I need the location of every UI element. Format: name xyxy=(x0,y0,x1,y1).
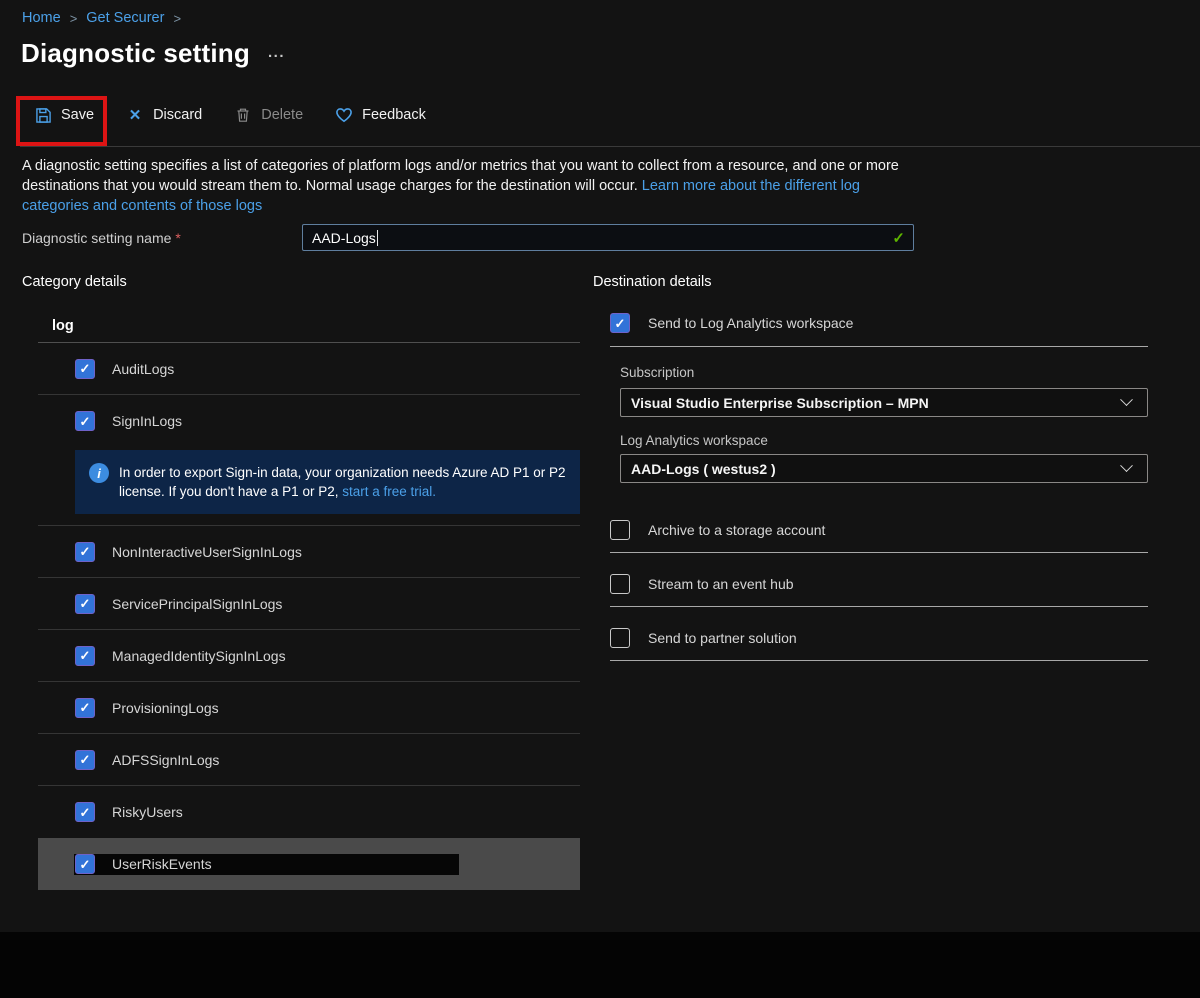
page-title: Diagnostic setting xyxy=(21,38,250,69)
breadcrumb-get-securer[interactable]: Get Securer xyxy=(86,10,164,26)
checkbox-checked-icon[interactable]: ✓ xyxy=(75,359,95,379)
checkbox-checked-icon[interactable]: ✓ xyxy=(75,594,95,614)
toolbar-divider xyxy=(20,146,1200,147)
category-label: ADFSSignInLogs xyxy=(112,752,219,768)
breadcrumb: Home > Get Securer > xyxy=(22,10,181,26)
log-group-header: log xyxy=(52,318,74,334)
checkbox-checked-icon[interactable]: ✓ xyxy=(75,646,95,666)
destination-option-label: Send to partner solution xyxy=(648,630,797,646)
page-description: A diagnostic setting specifies a list of… xyxy=(22,156,922,216)
name-input-value: AAD-Logs xyxy=(312,230,376,246)
checkbox-unchecked-icon[interactable] xyxy=(610,520,630,540)
discard-button[interactable]: ✕ Discard xyxy=(126,106,202,124)
destination-option-label: Stream to an event hub xyxy=(648,576,794,592)
workspace-selected-value: AAD-Logs ( westus2 ) xyxy=(631,461,776,477)
destination-details-header: Destination details xyxy=(593,274,712,290)
category-label: SignInLogs xyxy=(112,413,182,429)
subscription-select[interactable]: Visual Studio Enterprise Subscription – … xyxy=(620,388,1148,417)
checkbox-checked-icon[interactable]: ✓ xyxy=(75,542,95,562)
save-button-label: Save xyxy=(61,107,94,123)
checkbox-checked-icon[interactable]: ✓ xyxy=(75,750,95,770)
signin-info-banner: i In order to export Sign-in data, your … xyxy=(75,450,580,514)
workspace-label: Log Analytics workspace xyxy=(620,433,768,448)
category-row-adfs[interactable]: ✓ ADFSSignInLogs xyxy=(38,734,580,786)
free-trial-link[interactable]: start a free trial. xyxy=(342,484,436,499)
command-bar: Save ✕ Discard Delete Feedb xyxy=(34,106,426,124)
chevron-down-icon xyxy=(1120,393,1133,406)
divider xyxy=(610,346,1148,347)
category-row-managedidentity[interactable]: ✓ ManagedIdentitySignInLogs xyxy=(38,630,580,682)
trash-icon xyxy=(234,106,252,124)
divider xyxy=(610,606,1148,607)
save-button[interactable]: Save xyxy=(34,106,94,124)
discard-button-label: Discard xyxy=(153,107,202,123)
checkbox-unchecked-icon[interactable] xyxy=(610,628,630,648)
checkbox-checked-icon[interactable]: ✓ xyxy=(610,313,630,333)
name-label-text: Diagnostic setting name xyxy=(22,230,171,246)
checkbox-checked-icon[interactable]: ✓ xyxy=(75,802,95,822)
bottom-band xyxy=(0,932,1200,998)
workspace-select[interactable]: AAD-Logs ( westus2 ) xyxy=(620,454,1148,483)
category-label: UserRiskEvents xyxy=(112,856,212,872)
validation-check-icon: ✓ xyxy=(892,229,905,247)
text-cursor xyxy=(377,230,378,246)
category-row-provisioning[interactable]: ✓ ProvisioningLogs xyxy=(38,682,580,734)
divider xyxy=(610,552,1148,553)
diagnostic-setting-name-label: Diagnostic setting name* xyxy=(22,230,181,246)
required-asterisk: * xyxy=(175,230,180,246)
checkbox-checked-icon[interactable]: ✓ xyxy=(75,411,95,431)
feedback-button[interactable]: Feedback xyxy=(335,106,426,124)
category-row-userriskevents[interactable]: ✓ UserRiskEvents xyxy=(38,838,580,890)
checkbox-checked-icon[interactable]: ✓ xyxy=(75,854,95,874)
category-row-signinlogs[interactable]: ✓ SignInLogs xyxy=(38,395,580,447)
title-more-menu[interactable]: ... xyxy=(268,44,285,61)
diagnostic-setting-name-input[interactable]: AAD-Logs ✓ xyxy=(302,224,914,251)
feedback-button-label: Feedback xyxy=(362,107,426,123)
breadcrumb-separator-icon: > xyxy=(70,11,78,26)
category-label: ManagedIdentitySignInLogs xyxy=(112,648,286,664)
subscription-selected-value: Visual Studio Enterprise Subscription – … xyxy=(631,395,929,411)
send-partner-solution-row[interactable]: Send to partner solution xyxy=(610,628,797,648)
divider xyxy=(610,660,1148,661)
delete-button-label: Delete xyxy=(261,107,303,123)
breadcrumb-home[interactable]: Home xyxy=(22,10,61,26)
category-label: NonInteractiveUserSignInLogs xyxy=(112,544,302,560)
destination-option-label: Archive to a storage account xyxy=(648,522,825,538)
category-row-riskyusers[interactable]: ✓ RiskyUsers xyxy=(38,786,580,838)
info-icon: i xyxy=(89,463,109,483)
category-details-header: Category details xyxy=(22,274,127,290)
delete-button[interactable]: Delete xyxy=(234,106,303,124)
destination-option-label: Send to Log Analytics workspace xyxy=(648,315,853,331)
send-to-log-analytics-row[interactable]: ✓ Send to Log Analytics workspace xyxy=(610,313,853,333)
signin-info-container: i In order to export Sign-in data, your … xyxy=(38,447,580,526)
category-list: ✓ AuditLogs ✓ SignInLogs i In order to e… xyxy=(38,342,580,890)
save-icon xyxy=(34,106,52,124)
checkbox-checked-icon[interactable]: ✓ xyxy=(75,698,95,718)
subscription-label: Subscription xyxy=(620,365,694,380)
diagnostic-setting-page: Home > Get Securer > Diagnostic setting … xyxy=(0,0,1200,998)
discard-x-icon: ✕ xyxy=(126,106,144,124)
category-row-serviceprincipal[interactable]: ✓ ServicePrincipalSignInLogs xyxy=(38,578,580,630)
info-banner-text: In order to export Sign-in data, your or… xyxy=(119,463,566,501)
category-label: AuditLogs xyxy=(112,361,174,377)
chevron-down-icon xyxy=(1120,459,1133,472)
heart-icon xyxy=(335,106,353,124)
checkbox-unchecked-icon[interactable] xyxy=(610,574,630,594)
category-row-noninteractive[interactable]: ✓ NonInteractiveUserSignInLogs xyxy=(38,526,580,578)
category-row-auditlogs[interactable]: ✓ AuditLogs xyxy=(38,343,580,395)
stream-event-hub-row[interactable]: Stream to an event hub xyxy=(610,574,794,594)
category-label: ProvisioningLogs xyxy=(112,700,219,716)
archive-storage-row[interactable]: Archive to a storage account xyxy=(610,520,825,540)
category-label: RiskyUsers xyxy=(112,804,183,820)
category-label: ServicePrincipalSignInLogs xyxy=(112,596,282,612)
breadcrumb-separator-icon: > xyxy=(173,11,181,26)
